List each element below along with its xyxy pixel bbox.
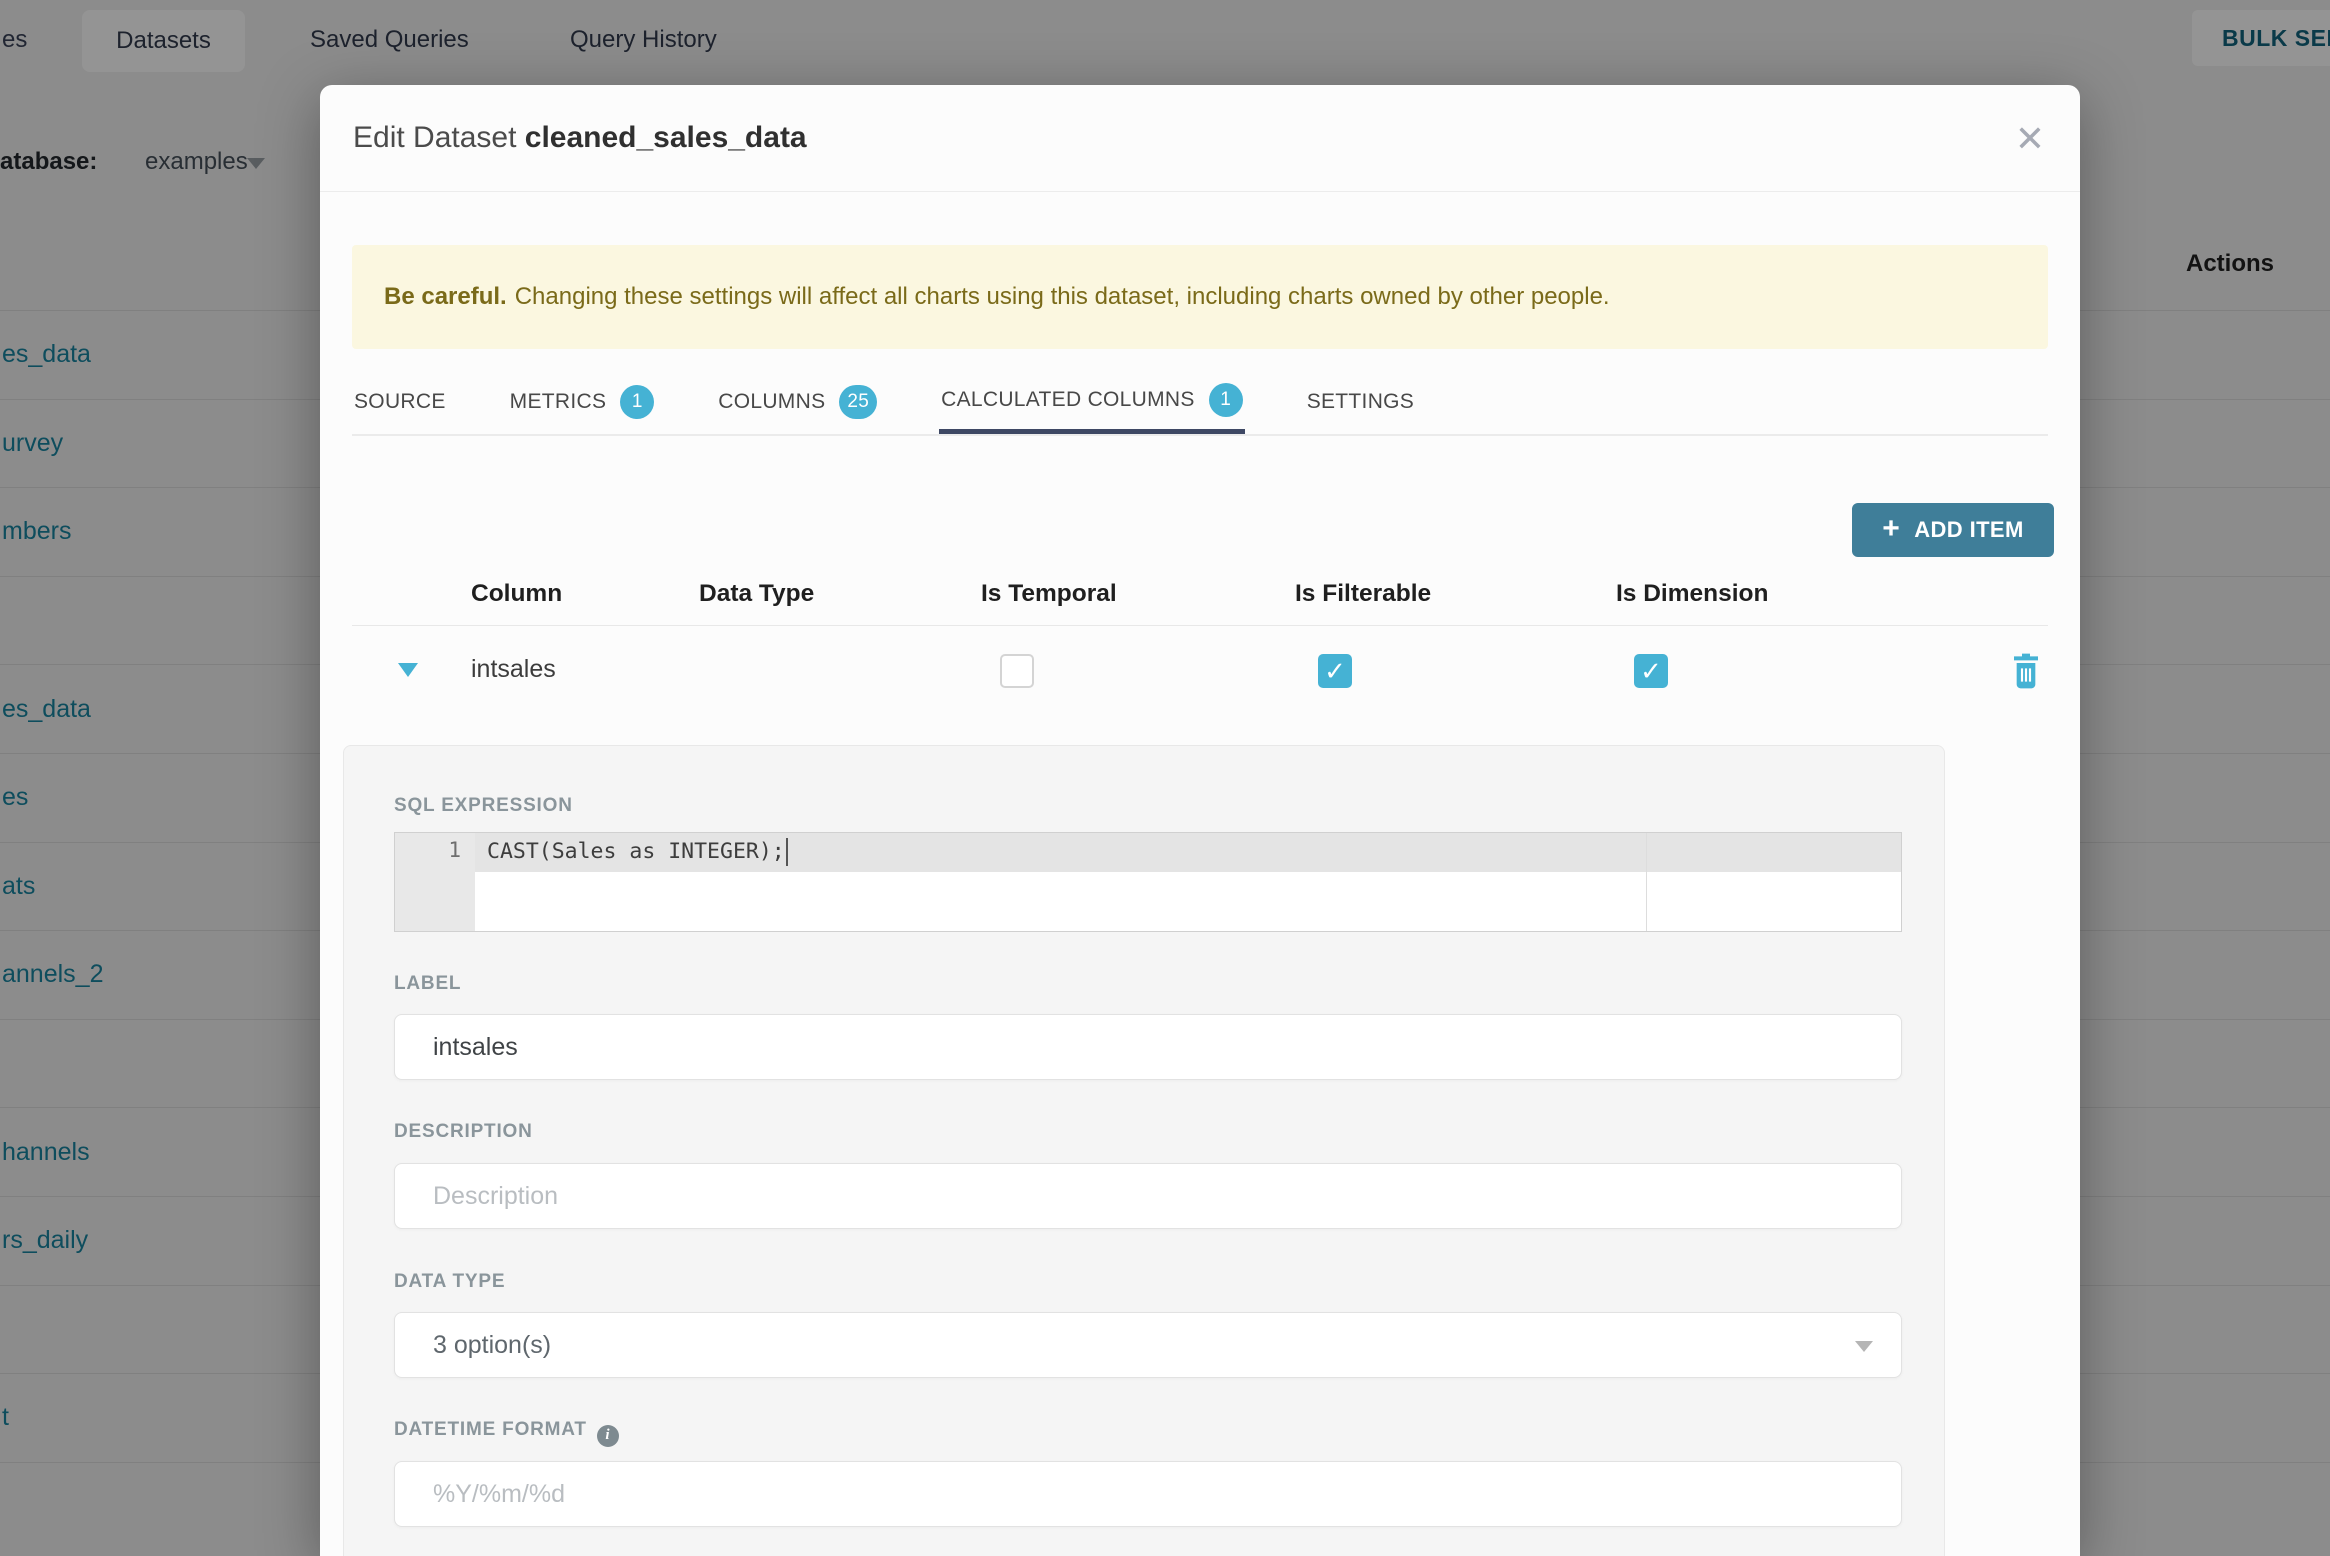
add-item-label: ADD ITEM	[1914, 517, 2024, 542]
calculated-column-name: intsales	[471, 655, 556, 683]
modal-tabs: SOURCE METRICS 1 COLUMNS 25 CALCULATED C…	[352, 370, 2048, 436]
tab-metrics[interactable]: METRICS 1	[508, 370, 657, 434]
modal-title: Edit Dataset cleaned_sales_data	[353, 121, 807, 155]
tab-metrics-label: METRICS	[509, 390, 607, 413]
metrics-count-badge: 1	[620, 385, 655, 419]
sql-expression-editor[interactable]: 1 CAST(Sales as INTEGER);	[394, 832, 1902, 932]
tab-calculated-columns[interactable]: CALCULATED COLUMNS 1	[939, 370, 1245, 434]
editor-print-margin	[1646, 833, 1647, 931]
tab-calculated-columns-label: CALCULATED COLUMNS	[941, 387, 1195, 411]
add-item-button[interactable]: + ADD ITEM	[1852, 503, 2054, 557]
tab-settings[interactable]: SETTINGS	[1305, 370, 1416, 434]
plus-icon: +	[1882, 511, 1901, 545]
screen: es Datasets Saved Queries Query History …	[0, 0, 2330, 1556]
tab-columns-label: COLUMNS	[718, 390, 826, 413]
editor-gutter: 1	[395, 833, 475, 931]
is-dimension-checkbox[interactable]	[1634, 654, 1668, 688]
info-icon: i	[596, 1424, 619, 1447]
warning-banner-bold: Be careful.	[384, 283, 507, 310]
col-header-data-type: Data Type	[699, 580, 815, 607]
col-header-is-temporal: Is Temporal	[981, 580, 1117, 607]
modal-title-dataset-name: cleaned_sales_data	[524, 121, 807, 154]
tab-settings-label: SETTINGS	[1306, 390, 1415, 413]
chevron-down-icon	[1855, 1341, 1873, 1352]
data-type-select-value: 3 option(s)	[433, 1330, 552, 1359]
modal-title-prefix: Edit Dataset	[353, 121, 517, 154]
close-icon[interactable]: ✕	[2008, 117, 2052, 161]
columns-count-badge: 25	[839, 385, 878, 419]
calculated-columns-count-badge: 1	[1208, 382, 1243, 417]
text-cursor	[785, 838, 788, 866]
label-input[interactable]	[394, 1014, 1902, 1080]
delete-column-icon[interactable]	[2010, 652, 2042, 690]
tab-source[interactable]: SOURCE	[352, 370, 448, 434]
data-type-field-label: DATA TYPE	[394, 1271, 506, 1292]
tab-columns[interactable]: COLUMNS 25	[716, 370, 879, 434]
col-header-is-filterable: Is Filterable	[1295, 580, 1432, 607]
tab-source-label: SOURCE	[354, 390, 446, 413]
description-field-label: DESCRIPTION	[394, 1121, 533, 1142]
is-filterable-checkbox[interactable]	[1318, 654, 1352, 688]
sql-expression-label: SQL EXPRESSION	[394, 795, 573, 816]
data-type-select[interactable]: 3 option(s)	[394, 1312, 1902, 1378]
datetime-format-field-label: DATETIME FORMAT i	[394, 1419, 619, 1447]
description-input[interactable]	[394, 1163, 1902, 1229]
warning-banner-text: Changing these settings will affect all …	[514, 283, 1610, 310]
sql-expression-code: CAST(Sales as INTEGER);	[487, 838, 788, 866]
table-header-divider	[352, 625, 2048, 626]
expand-caret-icon[interactable]	[398, 663, 418, 677]
warning-banner: Be careful. Changing these settings will…	[352, 245, 2048, 349]
is-temporal-checkbox[interactable]	[1000, 654, 1034, 688]
label-field-label: LABEL	[394, 973, 462, 994]
edit-dataset-modal: Edit Dataset cleaned_sales_data ✕ Be car…	[320, 85, 2080, 1556]
col-header-column: Column	[471, 580, 563, 607]
modal-header: Edit Dataset cleaned_sales_data ✕	[320, 85, 2080, 192]
editor-line-number: 1	[448, 838, 461, 862]
col-header-is-dimension: Is Dimension	[1616, 580, 1769, 607]
datetime-format-input[interactable]	[394, 1461, 1902, 1527]
